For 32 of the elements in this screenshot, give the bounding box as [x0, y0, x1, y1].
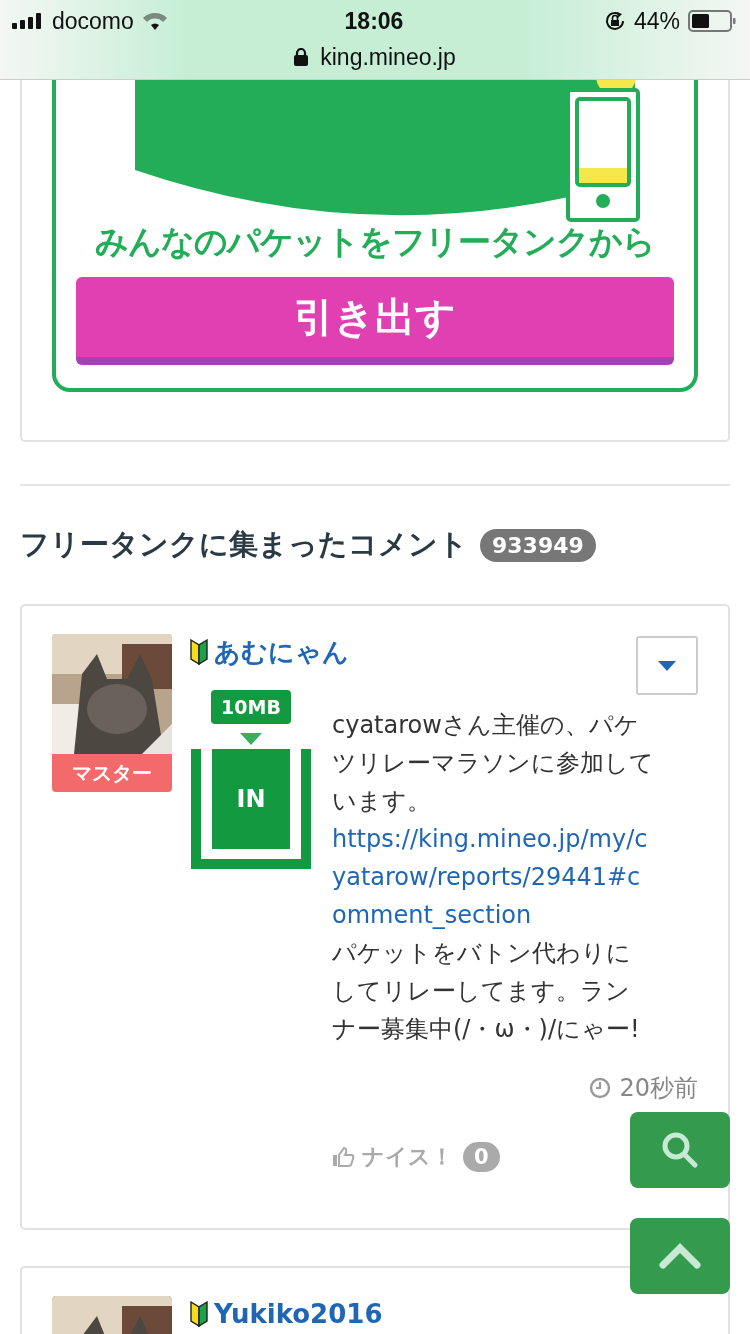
section-title: フリータンクに集まったコメント [20, 526, 468, 563]
lock-icon [294, 48, 309, 66]
banner-tagline: みんなのパケットをフリータンクから [94, 221, 656, 263]
battery-icon [688, 10, 736, 32]
user-name[interactable]: Yukiko2016 [214, 1299, 383, 1329]
url-text[interactable]: king.mineo.jp [320, 43, 456, 71]
direction-label: IN [212, 749, 290, 849]
search-button[interactable] [630, 1112, 730, 1188]
clock-time: 18:06 [344, 7, 404, 35]
user-name[interactable]: あむにゃん [214, 637, 349, 667]
comment-text: パケットをバトン代わりにしてリレーしてます。ランナー募集中(/・ω・)/にゃー! [332, 938, 641, 1045]
battery-percent: 44% [633, 7, 680, 35]
caret-icon [658, 660, 676, 671]
nice-count: 0 [463, 1142, 500, 1172]
wifi-icon [141, 12, 168, 30]
amount-badge: 10MB [211, 690, 291, 724]
clock-icon [589, 1077, 612, 1099]
comment-link[interactable]: https://king.mineo.jp/my/cyatarow/reports/29441#comment_section [332, 820, 654, 934]
comment-text: cyatarowさん主催の、パケツリレーマラソンに参加しています。 [332, 710, 654, 817]
menu-dropdown-button[interactable] [636, 636, 698, 695]
withdraw-button[interactable]: 引き出す [76, 277, 674, 365]
scroll-top-button[interactable] [630, 1218, 730, 1294]
down-arrow-icon [240, 733, 262, 745]
signal-icon [12, 13, 44, 29]
post-time: 20秒前 [619, 1073, 698, 1104]
rank-label: マスター [52, 754, 172, 792]
search-icon [660, 1130, 700, 1170]
chevron-up-icon [659, 1243, 701, 1269]
thumbs-up-icon [332, 1145, 356, 1169]
count-badge: 933949 [480, 528, 596, 562]
carrier-name: docomo [52, 7, 134, 35]
rotation-lock-icon [603, 10, 626, 32]
